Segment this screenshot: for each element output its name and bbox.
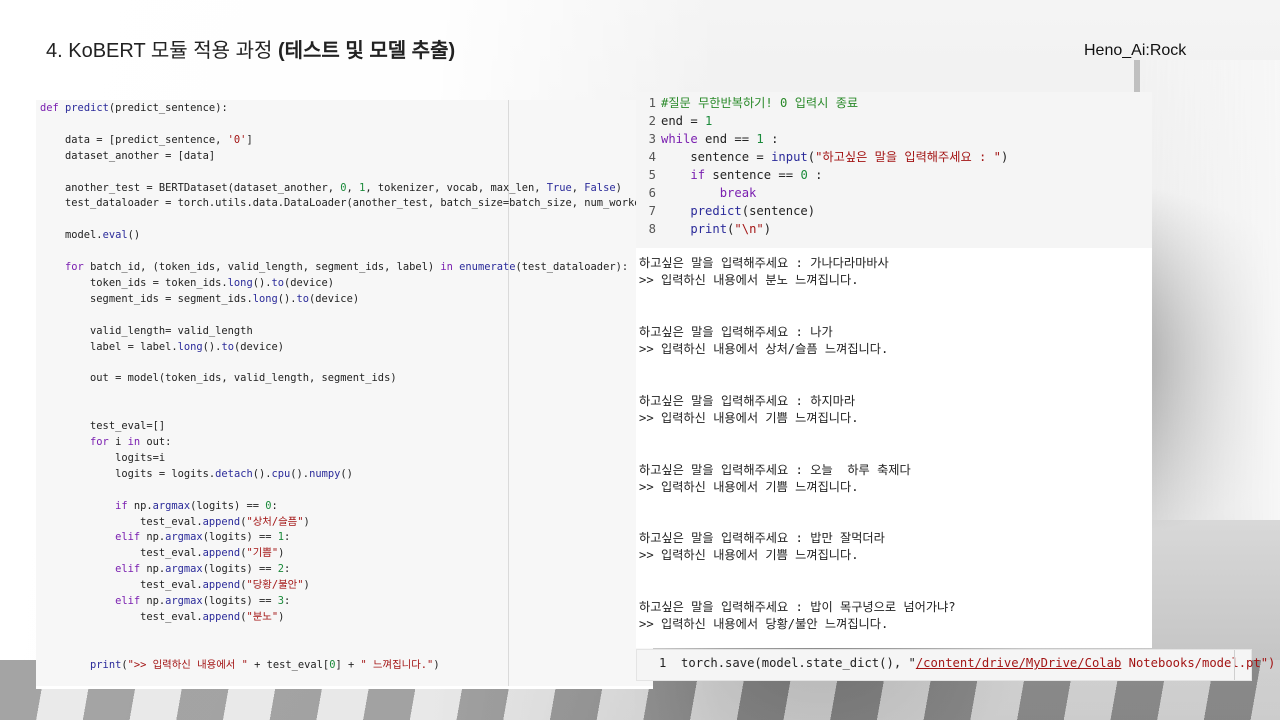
output-prompt-line: 하고싶은 말을 입력해주세요 : 나가: [639, 325, 833, 339]
code-line: 6 break: [636, 184, 757, 202]
line-number: 1: [648, 96, 656, 110]
slide-title-prefix: 4. KoBERT 모듈 적용 과정: [46, 40, 278, 62]
output-result-line: >> 입력하신 내용에서 기쁨 느껴집니다.: [639, 480, 859, 494]
code-line: 3 while end == 1 :: [636, 130, 779, 148]
save-model-code-line: 1 torch.save(model.state_dict(), "/conte…: [659, 656, 1275, 670]
code-line: 5 if sentence == 0 :: [636, 166, 823, 184]
line-number: 5: [648, 168, 656, 182]
line-number: 4: [648, 150, 656, 164]
output-prompt-line: 하고싶은 말을 입력해주세요 : 밥만 잘먹더라: [639, 531, 885, 545]
line-number: 1: [659, 656, 667, 670]
loop-code-cell[interactable]: 1 #질문 무한반복하기! 0 입력시 종료 2 end = 1 3 while end …: [636, 92, 1152, 248]
output-prompt-line: 하고싶은 말을 입력해주세요 : 오늘 하루 축제다: [639, 463, 911, 477]
brand-label: Heno_Ai:Rock: [1084, 42, 1187, 59]
predict-function-code: def predict(predict_sentence): data = [p…: [40, 102, 672, 671]
save-code-suffix: Notebooks/model.pt"): [1121, 656, 1276, 670]
code-line: 8 print("\n"): [636, 220, 771, 238]
line-number: 3: [648, 132, 656, 146]
line-number: 7: [648, 204, 656, 218]
slide-title-bold: (테스트 및 모델 추출): [277, 40, 456, 62]
cell-output: 하고싶은 말을 입력해주세요 : 가나다라마바사 >> 입력하신 내용에서 분노 …: [636, 248, 1152, 648]
code-line: 1 #질문 무한반복하기! 0 입력시 종료: [636, 94, 858, 112]
output-prompt-line: 하고싶은 말을 입력해주세요 : 하지마라: [639, 394, 856, 408]
predict-function-code-panel: def predict(predict_sentence): data = [p…: [36, 100, 672, 689]
output-result-line: >> 입력하신 내용에서 상처/슬픔 느껴집니다.: [639, 342, 889, 356]
line-number: 2: [648, 114, 656, 128]
output-result-line: >> 입력하신 내용에서 당황/불안 느껴집니다.: [639, 617, 889, 631]
cell-end-bar: [1234, 650, 1235, 680]
code-line: 7 predict(sentence): [636, 202, 815, 220]
code-line: 4 sentence = input("하고싶은 말을 입력해주세요 : "): [636, 148, 1009, 166]
output-result-line: >> 입력하신 내용에서 기쁨 느껴집니다.: [639, 411, 859, 425]
save-code-path: /content/drive/MyDrive/Colab: [915, 656, 1122, 670]
output-prompt-line: 하고싶은 말을 입력해주세요 : 밥이 목구녕으로 넘어가냐?: [639, 600, 956, 614]
save-code-prefix: torch.save(model.state_dict(), ": [681, 656, 916, 670]
line-number: 8: [648, 222, 656, 236]
save-model-code-cell[interactable]: 1 torch.save(model.state_dict(), "/conte…: [636, 649, 1275, 681]
line-number: 6: [648, 186, 656, 200]
output-result-line: >> 입력하신 내용에서 기쁨 느껴집니다.: [639, 548, 859, 562]
slide-title: 4. KoBERT 모듈 적용 과정 (테스트 및 모델 추출): [46, 34, 455, 63]
output-result-line: >> 입력하신 내용에서 분노 느껴집니다.: [639, 273, 859, 287]
output-prompt-line: 하고싶은 말을 입력해주세요 : 가나다라마바사: [639, 256, 889, 270]
code-line: 2 end = 1: [636, 112, 713, 130]
